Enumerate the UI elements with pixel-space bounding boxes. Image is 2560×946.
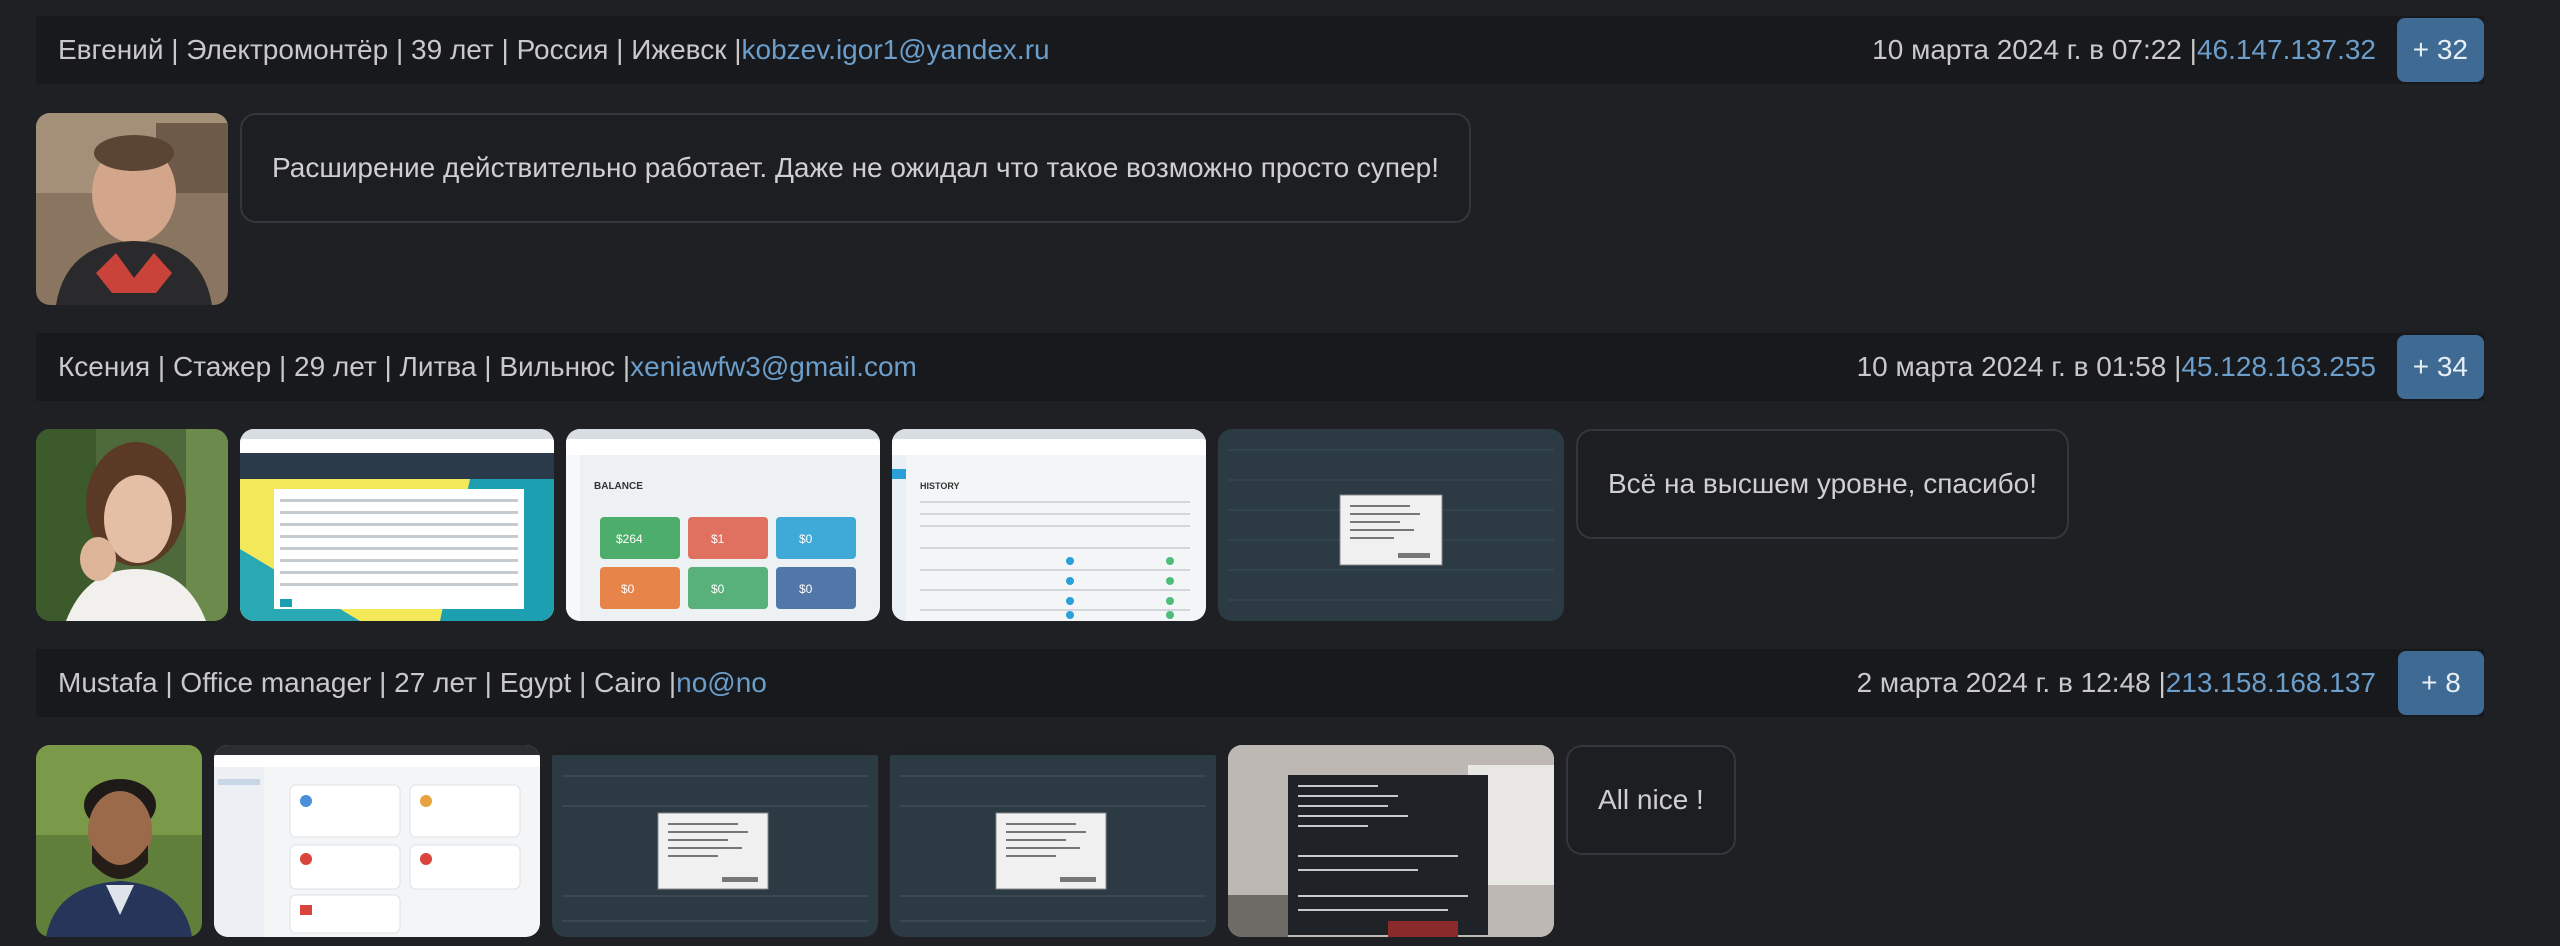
author-email-link[interactable]: kobzev.igor1@yandex.ru xyxy=(742,34,1050,66)
author-email-link[interactable]: xeniawfw3@gmail.com xyxy=(630,351,917,383)
review-header: Mustafa | Office manager | 27 лет | Egyp… xyxy=(36,649,2484,717)
vote-badge[interactable]: + 8 xyxy=(2398,651,2484,715)
review-header: Ксения | Стажер | 29 лет | Литва | Вильн… xyxy=(36,333,2484,401)
review-ip-link[interactable]: 213.158.168.137 xyxy=(2166,667,2376,699)
screenshot-image xyxy=(1218,429,1564,621)
review-text: Всё на высшем уровне, спасибо! xyxy=(1576,429,2069,539)
review-text: All nice ! xyxy=(1566,745,1736,855)
screenshot-thumbnail[interactable]: BALANCE $264 $1 $0 $0 $0 $0 xyxy=(566,429,880,621)
balance-title: BALANCE xyxy=(594,481,643,492)
screenshot-image xyxy=(240,429,554,621)
balance-amount: $0 xyxy=(799,532,813,546)
avatar-photo xyxy=(36,429,228,621)
screenshot-image xyxy=(890,745,1216,937)
review-date: 10 марта 2024 г. в 07:22 | xyxy=(1872,34,2197,65)
avatar-photo xyxy=(36,745,202,937)
author-info: Евгений | Электромонтёр | 39 лет | Росси… xyxy=(58,34,742,65)
author-email-link[interactable]: no@no xyxy=(676,667,767,699)
avatar-photo xyxy=(36,113,228,305)
review-author-line: Евгений | Электромонтёр | 39 лет | Росси… xyxy=(58,34,1050,66)
review-date: 10 марта 2024 г. в 01:58 | xyxy=(1856,351,2182,382)
review-author-line: Ксения | Стажер | 29 лет | Литва | Вильн… xyxy=(58,351,917,383)
review-meta: 10 марта 2024 г. в 07:22 | 46.147.137.32 xyxy=(1872,34,2462,66)
vote-badge[interactable]: + 32 xyxy=(2396,18,2484,82)
screenshot-thumbnail[interactable] xyxy=(240,429,554,621)
review-author-line: Mustafa | Office manager | 27 лет | Egyp… xyxy=(58,667,767,699)
review-date: 2 марта 2024 г. в 12:48 | xyxy=(1856,667,2166,698)
screenshot-image xyxy=(1228,745,1554,937)
screenshot-image xyxy=(552,745,878,937)
avatar xyxy=(36,113,228,305)
reviews-feed: Евгений | Электромонтёр | 39 лет | Росси… xyxy=(0,0,2560,946)
screenshot-thumbnail[interactable] xyxy=(214,745,540,937)
avatar xyxy=(36,745,202,937)
review-body: Расширение действительно работает. Даже … xyxy=(36,113,1472,305)
screenshot-image: BALANCE $264 $1 $0 $0 $0 $0 xyxy=(566,429,880,621)
screenshot-thumbnail[interactable]: HISTORY xyxy=(892,429,1206,621)
review-header: Евгений | Электромонтёр | 39 лет | Росси… xyxy=(36,16,2484,84)
screenshot-thumbnail[interactable] xyxy=(890,745,1216,937)
author-info: Mustafa | Office manager | 27 лет | Egyp… xyxy=(58,667,677,698)
balance-amount: $0 xyxy=(711,582,725,596)
review-meta: 10 марта 2024 г. в 01:58 | 45.128.163.25… xyxy=(1857,351,2462,383)
screenshot-thumbnail[interactable] xyxy=(1218,429,1564,621)
history-title: HISTORY xyxy=(920,481,960,491)
balance-amount: $264 xyxy=(616,532,643,546)
vote-badge[interactable]: + 34 xyxy=(2396,335,2484,399)
screenshot-thumbnail[interactable] xyxy=(1228,745,1554,937)
review-ip-link[interactable]: 46.147.137.32 xyxy=(2197,34,2376,66)
review-text: Расширение действительно работает. Даже … xyxy=(240,113,1472,223)
screenshot-image: HISTORY xyxy=(892,429,1206,621)
review-meta: 2 марта 2024 г. в 12:48 | 213.158.168.13… xyxy=(1857,667,2462,699)
balance-amount: $1 xyxy=(711,532,725,546)
screenshot-image xyxy=(214,745,540,937)
balance-amount: $0 xyxy=(799,582,813,596)
review-body: BALANCE $264 $1 $0 $0 $0 $0 HISTORY Всё … xyxy=(36,429,2069,621)
author-info: Ксения | Стажер | 29 лет | Литва | Вильн… xyxy=(58,351,631,382)
screenshot-thumbnail[interactable] xyxy=(552,745,878,937)
review-body: All nice ! xyxy=(36,745,1736,937)
review-ip-link[interactable]: 45.128.163.255 xyxy=(2181,351,2376,383)
balance-amount: $0 xyxy=(621,582,635,596)
avatar xyxy=(36,429,228,621)
